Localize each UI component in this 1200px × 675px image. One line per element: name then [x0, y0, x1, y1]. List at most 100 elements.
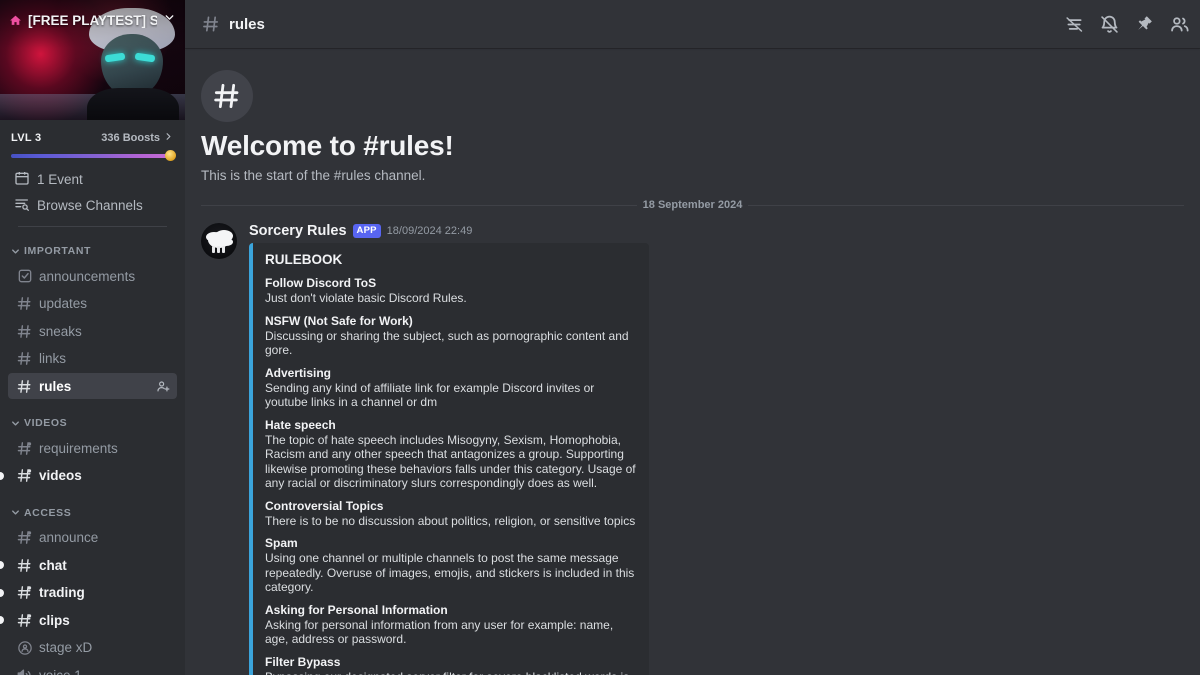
embed-title: RULEBOOK	[265, 252, 343, 267]
sidebar-channel-links[interactable]: links	[8, 346, 177, 372]
unread-pill	[0, 588, 4, 597]
welcome-subtitle: This is the start of the #rules channel.	[201, 168, 426, 183]
channel-name: chat	[39, 557, 67, 573]
server-name: [FREE PLAYTEST] So...	[28, 12, 157, 28]
message-author[interactable]: Sorcery Rules	[249, 223, 347, 239]
welcome-title: Welcome to #rules!	[201, 130, 454, 161]
hash-icon	[16, 378, 33, 395]
chevron-down-icon	[12, 248, 19, 254]
message-scroll-area[interactable]: Welcome to #rules! This is the start of …	[185, 48, 1200, 675]
category-header-videos[interactable]: VIDEOS	[8, 411, 177, 435]
add-member-icon[interactable]	[155, 378, 171, 394]
page-title: rules	[229, 15, 265, 33]
embed-field-value: Bypassing our designated server filter f…	[265, 670, 637, 675]
channel-name: requirements	[39, 440, 118, 456]
sidebar-item-browse-channels-label: Browse Channels	[37, 197, 143, 213]
chevron-right-icon	[163, 129, 174, 147]
server-header[interactable]: [FREE PLAYTEST] So...	[0, 0, 185, 40]
hash-icon	[16, 557, 33, 574]
sidebar-channel-announcements[interactable]: announcements	[8, 263, 177, 289]
date-divider: 18 September 2024	[201, 199, 1185, 211]
category-label: ACCESS	[24, 506, 72, 519]
embed-field-name: Hate speech	[265, 417, 336, 432]
sidebar-channel-voice-1[interactable]: voice 1	[8, 662, 177, 675]
sidebar-channel-chat[interactable]: chat	[0, 552, 177, 578]
hash-icon	[16, 350, 33, 367]
embed-field-value: Asking for personal information from any…	[265, 617, 614, 647]
embed-field: Hate speech The topic of hate speech inc…	[265, 418, 637, 491]
boost-progress-bar	[11, 150, 176, 161]
sidebar-item-browse-channels[interactable]: Browse Channels	[8, 192, 177, 218]
divider-line-right	[748, 204, 1185, 206]
channel-name: videos	[39, 468, 82, 483]
hash-icon	[201, 70, 253, 122]
channel-list: IMPORTANT announcements updates sneaks l…	[0, 229, 185, 675]
category-header-important[interactable]: IMPORTANT	[8, 239, 177, 263]
sidebar-channel-rules[interactable]: rules	[8, 373, 177, 399]
category-label: IMPORTANT	[24, 245, 92, 257]
message-item[interactable]: Sorcery Rules APP 18/09/2024 22:49 RULEB…	[185, 217, 1200, 675]
stage-channel-icon	[16, 639, 33, 656]
pinned-messages-icon[interactable]	[1134, 14, 1155, 35]
embed-field-name: Follow Discord ToS	[265, 276, 377, 290]
channel-welcome-block: Welcome to #rules! This is the start of …	[185, 48, 1200, 183]
channel-name: updates	[39, 296, 88, 311]
embed-field: Spam Using one channel or multiple chann…	[265, 536, 637, 595]
server-boost-block[interactable]: LVL 3 336 Boosts	[0, 120, 185, 164]
server-banner[interactable]: [FREE PLAYTEST] So...	[0, 0, 185, 120]
category-header-access[interactable]: ACCESS	[8, 501, 177, 525]
message-timestamp: 18/09/2024 22:49	[386, 225, 473, 237]
calendar-icon	[14, 170, 30, 189]
sidebar-channel-videos[interactable]: videos	[0, 463, 177, 489]
message-embed: RULEBOOK Follow Discord ToS Just don't v…	[249, 243, 649, 675]
channel-name: trading	[39, 585, 85, 600]
embed-field-name: Filter Bypass	[265, 654, 341, 669]
unread-pill	[0, 616, 4, 624]
boost-count-button[interactable]: 336 Boosts	[101, 129, 174, 147]
sidebar-item-events-label: 1 Event	[37, 171, 83, 187]
embed-field-name: Spam	[265, 536, 298, 550]
category-label: VIDEOS	[24, 417, 68, 429]
sidebar-channel-updates[interactable]: updates	[8, 291, 177, 317]
hash-locked-icon	[16, 612, 33, 629]
boost-count-label: 336 Boosts	[101, 132, 160, 144]
sidebar-channel-stage[interactable]: stage xD	[8, 635, 177, 661]
channel-name: sneaks	[39, 323, 82, 339]
channel-name: rules	[39, 378, 72, 394]
chevron-down-icon	[12, 420, 19, 426]
sidebar-item-events[interactable]: 1 Event	[8, 166, 177, 192]
channel-name: voice 1	[39, 667, 82, 675]
app-badge: APP	[352, 224, 381, 238]
message-header: Sorcery Rules APP 18/09/2024 22:49	[249, 221, 1184, 241]
member-list-icon[interactable]	[1169, 14, 1190, 35]
hash-locked-icon	[16, 584, 33, 601]
embed-field-value: Just don't violate basic Discord Rules.	[265, 291, 467, 305]
avatar[interactable]	[201, 223, 237, 259]
sidebar-channel-trading[interactable]: trading	[0, 580, 177, 606]
sidebar-channel-announce[interactable]: announce	[8, 525, 177, 551]
embed-field: Filter Bypass Bypassing our designated s…	[265, 655, 637, 675]
notification-muted-icon[interactable]	[1099, 14, 1120, 35]
hash-locked-icon	[16, 529, 33, 546]
embed-field: Asking for Personal Information Asking f…	[265, 603, 637, 647]
discord-app-window: [FREE PLAYTEST] So... LVL 3 336 Boosts	[0, 0, 1200, 675]
sidebar-nav-extra: 1 Event Browse Channels	[0, 164, 185, 229]
embed-field-name: NSFW (Not Safe for Work)	[265, 313, 413, 328]
sidebar-channel-clips[interactable]: clips	[0, 607, 177, 633]
boost-progress-end-icon	[165, 150, 176, 161]
embed-field-value: Sending any kind of affiliate link for e…	[265, 380, 595, 410]
chevron-down-icon[interactable]	[163, 11, 176, 29]
hash-locked-icon	[16, 467, 33, 484]
hash-icon	[16, 295, 33, 312]
announcement-channel-icon	[16, 268, 33, 285]
sidebar-channel-sneaks[interactable]: sneaks	[8, 318, 177, 344]
voice-channel-icon	[16, 667, 33, 675]
channel-name: stage xD	[39, 640, 93, 655]
embed-field-name: Asking for Personal Information	[265, 602, 448, 617]
embed-field: Follow Discord ToS Just don't violate ba…	[265, 276, 637, 306]
sidebar-channel-requirements[interactable]: requirements	[8, 435, 177, 461]
threads-icon[interactable]	[1064, 14, 1085, 35]
sidebar-divider	[18, 226, 167, 227]
boost-level-label: LVL 3	[11, 132, 42, 144]
channel-name: announce	[39, 530, 99, 545]
